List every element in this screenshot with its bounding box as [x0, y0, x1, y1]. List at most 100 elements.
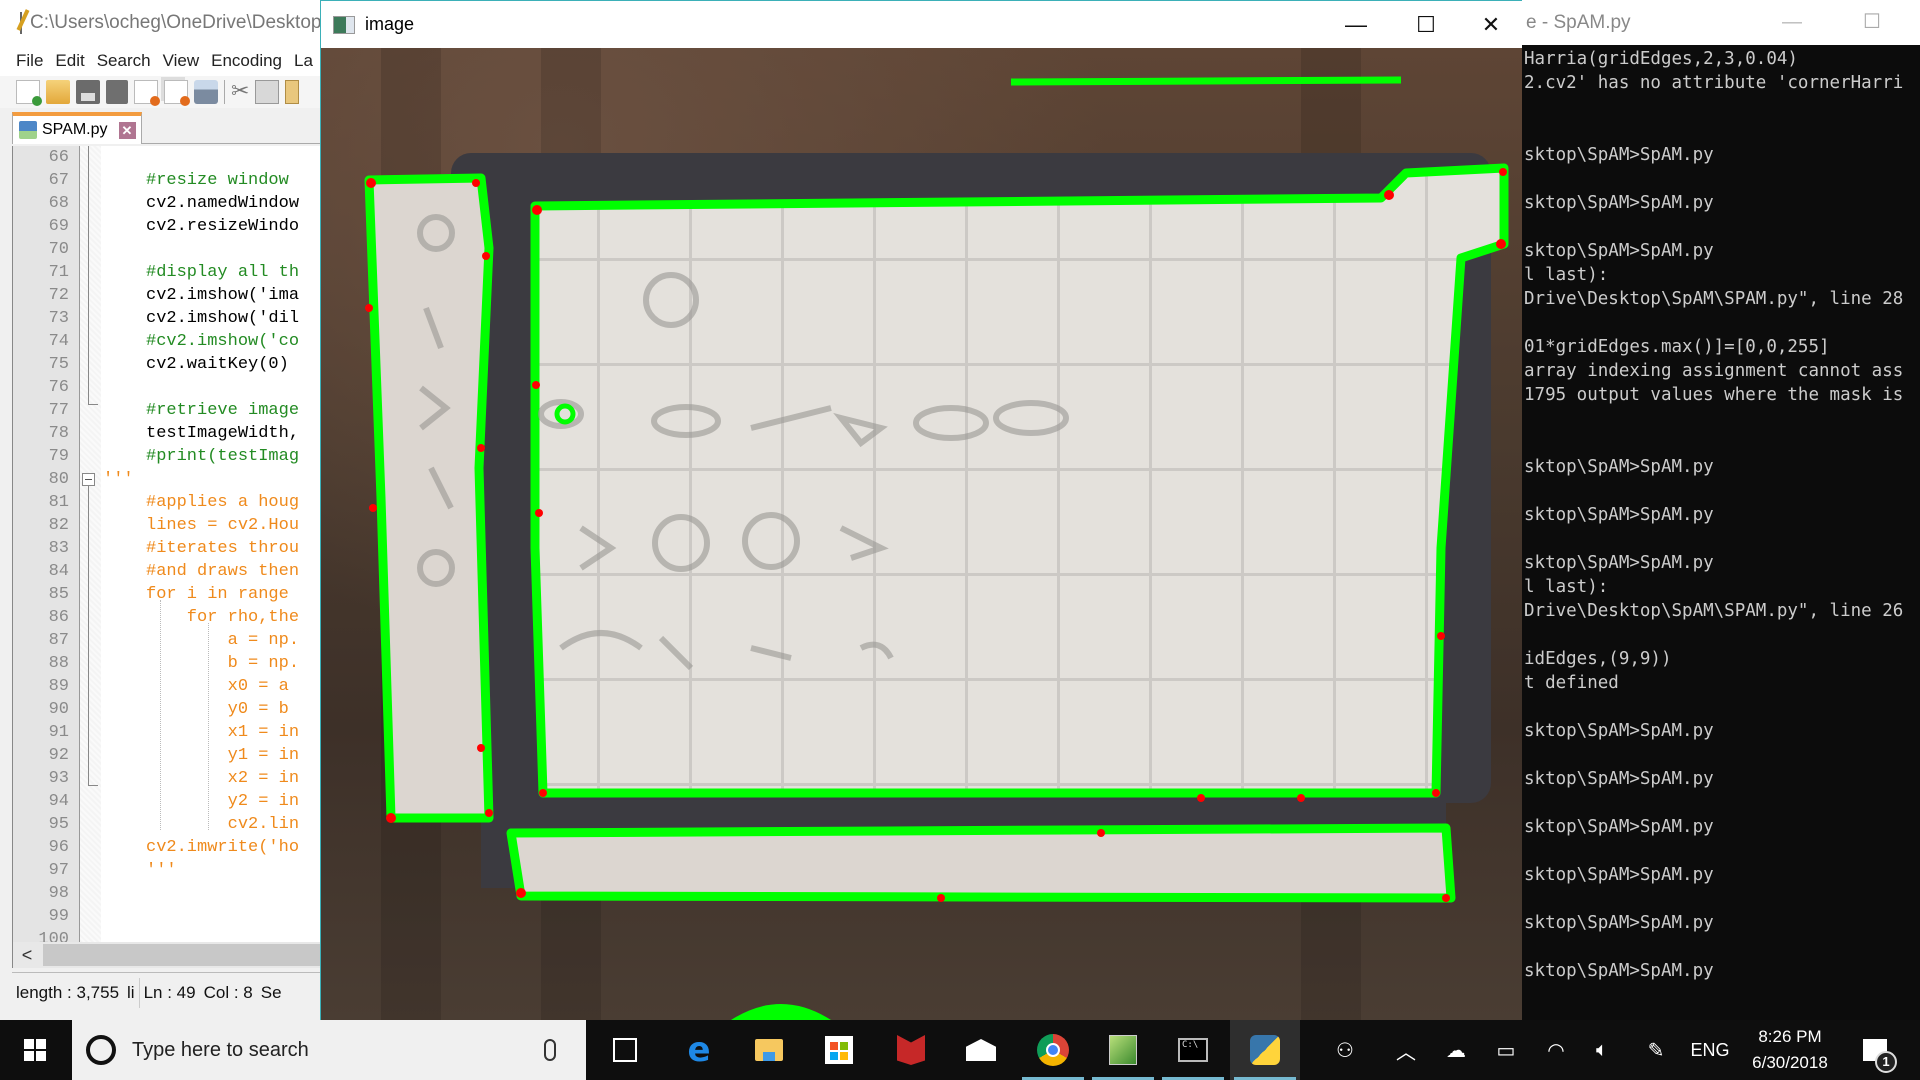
taskbar-notepadpp[interactable] — [1088, 1020, 1158, 1080]
save-icon[interactable] — [76, 80, 100, 104]
close-all-icon[interactable] — [164, 80, 190, 106]
show-hidden-icons-chevron-icon[interactable]: ︿ — [1386, 1020, 1426, 1080]
taskbar-store[interactable] — [804, 1020, 874, 1080]
cut-icon[interactable] — [231, 78, 249, 104]
scroll-thumb[interactable] — [43, 944, 323, 966]
code-line: 80 ''' — [13, 468, 322, 491]
onedrive-icon[interactable]: ☁ — [1434, 1020, 1478, 1080]
taskbar-python[interactable] — [1230, 1020, 1300, 1080]
console-titlebar[interactable]: e - SpAM.py — ☐ — [1522, 0, 1920, 45]
code-text: cv2.lin — [146, 815, 300, 834]
line-number: 67 — [48, 171, 69, 190]
copy-icon[interactable] — [255, 80, 279, 104]
fold-toggle-icon[interactable] — [82, 473, 95, 486]
clock-text: 8:26 PM 6/30/2018 — [1752, 1024, 1828, 1076]
code-text: y1 = in — [146, 746, 300, 765]
line-number: 81 — [48, 493, 69, 512]
code-line: 92 y1 = in — [13, 744, 322, 767]
code-line: 69 cv2.resizeWindo — [13, 215, 322, 238]
code-text: y0 = b — [146, 700, 289, 719]
tab-close-icon[interactable]: ✕ — [118, 121, 136, 139]
code-line: 79 #print(testImag — [13, 445, 322, 468]
code-text: cv2.imwrite('ho — [146, 838, 300, 857]
line-number: 80 — [48, 470, 69, 489]
code-line: 66 — [13, 146, 322, 169]
start-button[interactable] — [0, 1020, 70, 1080]
console-line: 2.cv2' has no attribute 'cornerHarri — [1524, 73, 1904, 93]
console-line: 1795 output values where the mask is — [1524, 385, 1904, 405]
code-text: #print(testImag — [146, 447, 300, 466]
paste-icon[interactable] — [285, 80, 299, 104]
console-output[interactable]: Harria(gridEdges,2,3,0.04) 2.cv2' has no … — [1524, 47, 1920, 983]
code-text: #applies a houg — [146, 493, 300, 512]
notepadpp-titlebar[interactable]: C:\Users\ocheg\OneDrive\Desktop\SpAM\SPA… — [0, 0, 572, 46]
menu-encoding[interactable]: Encoding — [211, 51, 282, 71]
menu-view[interactable]: View — [163, 51, 200, 71]
language-indicator[interactable]: ENG — [1686, 1020, 1734, 1080]
open-file-icon[interactable] — [46, 80, 70, 104]
taskbar-mcafee[interactable] — [876, 1020, 946, 1080]
menu-edit[interactable]: Edit — [55, 51, 84, 71]
line-number: 100 — [38, 930, 69, 942]
task-view-button[interactable] — [590, 1020, 660, 1080]
taskbar-command-prompt[interactable]: C:\ — [1158, 1020, 1228, 1080]
code-line: 100 — [13, 928, 322, 942]
toolbar — [0, 76, 322, 108]
horizontal-scrollbar[interactable]: < — [12, 942, 323, 968]
close-button[interactable]: ✕ — [1456, 1, 1526, 48]
line-number: 99 — [48, 907, 69, 926]
maximize-button[interactable]: ☐ — [1391, 1, 1461, 48]
clock[interactable]: 8:26 PM 6/30/2018 — [1740, 1020, 1840, 1080]
scroll-left-icon[interactable]: < — [13, 942, 41, 968]
people-icon[interactable]: ⚇ — [1322, 1020, 1368, 1080]
code-editor[interactable]: 66 67 #resize window 68 cv2.namedWindow 69 cv2… — [12, 146, 322, 942]
volume-icon[interactable]: 🔈︎ — [1582, 1020, 1622, 1080]
search-box[interactable]: Type here to search — [72, 1020, 586, 1080]
menu-file[interactable]: File — [16, 51, 43, 71]
wifi-icon[interactable]: ◠ — [1536, 1020, 1576, 1080]
python-icon — [1250, 1035, 1280, 1065]
save-all-icon[interactable] — [106, 80, 128, 104]
taskbar-chrome[interactable] — [1018, 1020, 1088, 1080]
line-number: 97 — [48, 861, 69, 880]
code-text: x1 = in — [146, 723, 300, 742]
line-number: 82 — [48, 516, 69, 535]
close-file-icon[interactable] — [134, 80, 160, 106]
taskbar-file-explorer[interactable] — [734, 1020, 804, 1080]
taskbar-mail[interactable] — [946, 1020, 1016, 1080]
code-text: ''' — [103, 470, 134, 489]
taskbar-edge[interactable]: e — [664, 1020, 734, 1080]
print-icon[interactable] — [194, 80, 218, 104]
console-line: sktop\SpAM>SpAM.py — [1524, 505, 1714, 525]
line-number: 74 — [48, 332, 69, 351]
code-line: 99 — [13, 905, 322, 928]
pen-icon[interactable]: ✎ — [1636, 1020, 1676, 1080]
new-file-icon[interactable] — [16, 80, 42, 106]
menu-bar: File Edit Search View Encoding La — [0, 46, 322, 76]
console-minimize-button[interactable]: — — [1762, 0, 1822, 45]
code-line: 81 #applies a houg — [13, 491, 322, 514]
microphone-icon[interactable] — [544, 1039, 556, 1061]
menu-language[interactable]: La — [294, 51, 313, 71]
console-line: sktop\SpAM>SpAM.py — [1524, 913, 1714, 933]
console-line: sktop\SpAM>SpAM.py — [1524, 817, 1714, 837]
action-center-button[interactable]: 1 — [1852, 1020, 1898, 1080]
console-maximize-button[interactable]: ☐ — [1842, 0, 1902, 45]
tab-spam-py[interactable]: SPAM.py ✕ — [12, 112, 142, 144]
code-line: 67 #resize window — [13, 169, 322, 192]
console-line: 01*gridEdges.max()]=[0,0,255] — [1524, 337, 1830, 357]
minimize-button[interactable]: — — [1321, 1, 1391, 48]
line-number: 72 — [48, 286, 69, 305]
code-line: 77 #retrieve image — [13, 399, 322, 422]
code-text: #cv2.imshow('co — [146, 332, 300, 351]
menu-search[interactable]: Search — [97, 51, 151, 71]
code-line: 87 a = np. — [13, 629, 322, 652]
console-line: t defined — [1524, 673, 1619, 693]
battery-icon[interactable]: ▭ — [1484, 1020, 1528, 1080]
code-text: ''' — [146, 861, 177, 880]
